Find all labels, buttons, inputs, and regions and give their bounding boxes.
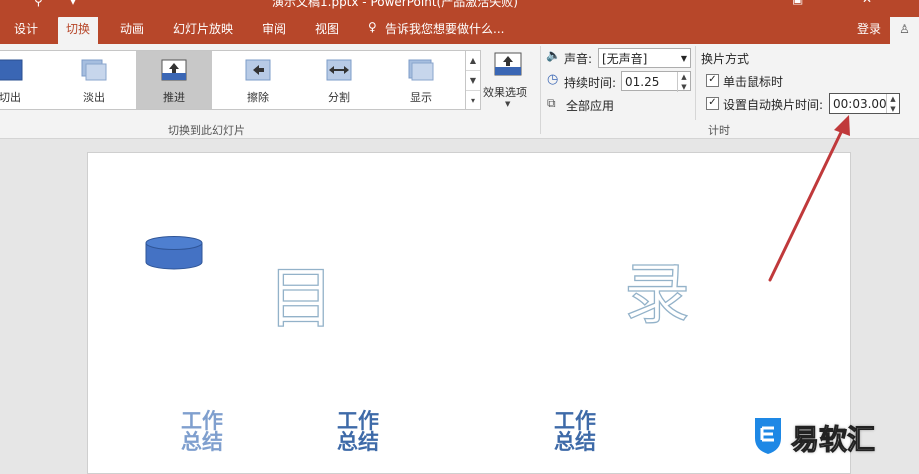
on-click-checkbox[interactable]: ✓ xyxy=(706,74,719,87)
search-icon[interactable]: ⚲ xyxy=(34,0,43,8)
sound-label: 声音: xyxy=(564,52,593,66)
sound-icon: 🔈 xyxy=(546,48,561,62)
duration-label: 持续时间: xyxy=(564,76,617,90)
tab-transitions[interactable]: 切换 xyxy=(58,17,99,44)
transition-reveal[interactable]: 显示 xyxy=(383,51,459,109)
transition-split[interactable]: 分割 xyxy=(301,51,377,109)
advance-slide-title: 换片方式 xyxy=(701,52,750,66)
title-bar: ⚲ ▾ 演示文稿1.pptx - PowerPoint(产品激活失败) ▣ ✕ xyxy=(0,0,919,13)
transition-gallery: 切出 淡出 推进 擦除 分割 显示 xyxy=(0,50,466,110)
close-icon[interactable]: ✕ xyxy=(862,0,872,6)
on-click-label: 单击鼠标时 xyxy=(723,75,784,89)
chevron-down-icon: ▼ xyxy=(680,54,687,63)
wipe-transition-icon xyxy=(245,59,271,81)
timing-group-label: 计时 xyxy=(708,124,730,137)
timing-divider xyxy=(695,46,696,120)
tell-me-box[interactable]: 告诉我您想要做什么... xyxy=(385,20,504,37)
watermark-logo-icon xyxy=(755,418,781,454)
login-link[interactable]: 登录 xyxy=(857,20,881,37)
tab-view[interactable]: 视图 xyxy=(315,20,339,37)
push-transition-icon xyxy=(161,59,187,81)
transition-label: 分割 xyxy=(328,91,350,104)
sound-value: [无声音] xyxy=(602,52,648,66)
gallery-scroll: ▲ ▼ ▾ xyxy=(465,50,481,110)
split-transition-icon xyxy=(326,59,352,81)
transition-label: 淡出 xyxy=(83,91,105,104)
apply-all-icon: ⧉ xyxy=(547,96,556,110)
auto-advance-checkbox[interactable]: ✓ xyxy=(706,97,719,110)
transition-label: 显示 xyxy=(410,91,432,104)
tab-design[interactable]: 设计 xyxy=(14,20,38,37)
effect-options-button[interactable]: 效果选项 ▼ xyxy=(482,50,534,114)
apply-all-button[interactable]: 全部应用 xyxy=(566,97,614,114)
lightbulb-icon: ♀ xyxy=(368,20,377,34)
clock-icon: ◷ xyxy=(547,72,559,87)
duration-spinner[interactable]: ▲ ▼ xyxy=(677,72,690,92)
duration-value: 01.25 xyxy=(625,75,660,89)
transition-label: 擦除 xyxy=(247,91,269,104)
tab-bar: 设计 切换 动画 幻灯片放映 审阅 视图 ♀ 告诉我您想要做什么... 登录 ♙ xyxy=(0,13,919,44)
effect-options-label: 效果选项 xyxy=(483,86,527,99)
annotation-arrow xyxy=(768,115,850,282)
gallery-scroll-down-icon[interactable]: ▼ xyxy=(466,71,480,91)
effect-options-icon xyxy=(494,52,522,76)
watermark-text: 易软汇 xyxy=(790,423,876,457)
ribbon-display-icon[interactable]: ▣ xyxy=(792,0,803,6)
transition-wipe[interactable]: 擦除 xyxy=(220,51,296,109)
share-icon[interactable]: ♙ xyxy=(890,17,919,44)
group-divider xyxy=(540,46,541,134)
transition-push[interactable]: 推进 xyxy=(136,51,212,109)
transition-label: 推进 xyxy=(163,91,185,104)
window-title: 演示文稿1.pptx - PowerPoint(产品激活失败) xyxy=(272,0,518,9)
slide-canvas[interactable]: 目 录 工作总结 工作总结 工作总结 xyxy=(87,152,851,474)
gallery-scroll-up-icon[interactable]: ▲ xyxy=(466,51,480,71)
slide-title-right[interactable]: 录 xyxy=(623,241,690,337)
slide-item-text[interactable]: 工作总结 xyxy=(334,411,382,453)
cut-transition-icon xyxy=(0,59,23,81)
reveal-transition-icon xyxy=(408,59,434,81)
slide-item-text[interactable]: 工作总结 xyxy=(551,411,599,453)
chevron-down-icon: ▼ xyxy=(505,100,511,108)
slide-title-left[interactable]: 目 xyxy=(267,245,334,341)
duration-input[interactable]: 01.25 ▲ ▼ xyxy=(621,71,691,92)
gallery-more-icon[interactable]: ▾ xyxy=(466,91,480,110)
sound-select[interactable]: [无声音] ▼ xyxy=(598,48,691,68)
tab-animations[interactable]: 动画 xyxy=(120,20,144,37)
transition-fade[interactable]: 淡出 xyxy=(56,51,132,109)
tab-slideshow[interactable]: 幻灯片放映 xyxy=(173,20,233,37)
transition-group-label: 切换到此幻灯片 xyxy=(168,124,245,137)
cylinder-shape[interactable] xyxy=(144,235,204,271)
fade-transition-icon xyxy=(81,59,107,81)
slide-item-text[interactable]: 工作总结 xyxy=(178,411,226,453)
transition-cut[interactable]: 切出 xyxy=(0,51,48,109)
tab-review[interactable]: 审阅 xyxy=(262,20,286,37)
quick-access-dropdown-icon[interactable]: ▾ xyxy=(70,0,76,8)
transition-label: 切出 xyxy=(0,91,21,104)
auto-advance-spinner[interactable]: ▲ ▼ xyxy=(886,94,899,113)
